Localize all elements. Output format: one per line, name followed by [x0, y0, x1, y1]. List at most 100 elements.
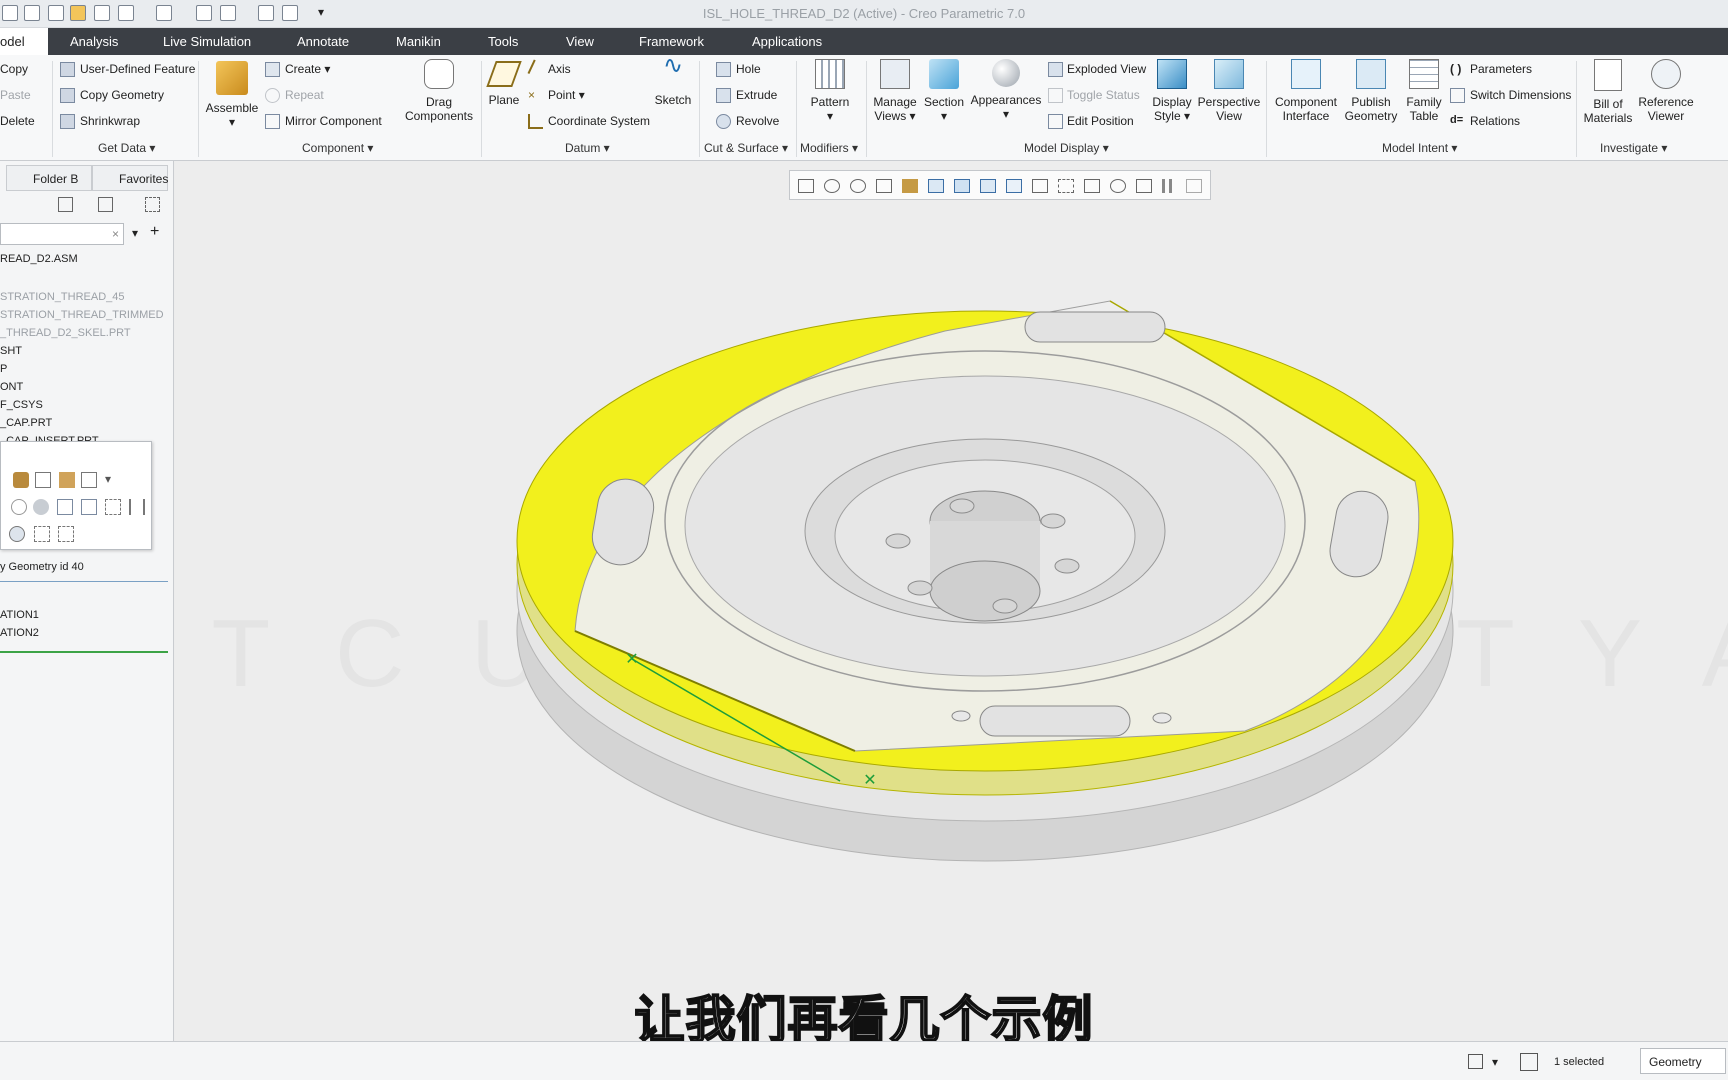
display-style-icon[interactable] — [928, 179, 944, 193]
link-icon[interactable] — [35, 472, 51, 488]
tree-item[interactable]: STRATION_THREAD_TRIMMED — [0, 309, 164, 321]
mirror-component-button[interactable]: Mirror Component — [285, 114, 382, 128]
toggle-status-button[interactable]: Toggle Status — [1067, 88, 1140, 102]
tree-item[interactable]: READ_D2.ASM — [0, 253, 78, 265]
find-icon[interactable] — [1468, 1054, 1483, 1069]
tree-filter-icon[interactable] — [98, 197, 113, 212]
group-datum[interactable]: Datum ▾ — [565, 141, 610, 155]
tab-folder-browser[interactable]: Folder B — [6, 165, 92, 191]
tab-live-simulation[interactable]: Live Simulation — [163, 28, 251, 55]
coordinate-system-button[interactable]: Coordinate System — [548, 114, 650, 128]
zoom-out-icon[interactable] — [850, 179, 866, 193]
hide-others-icon[interactable] — [58, 526, 74, 542]
copy-button[interactable]: Copy — [0, 62, 28, 76]
sketch-button[interactable]: ∿ Sketch — [650, 54, 696, 108]
family-table-button[interactable]: Family Table — [1400, 59, 1448, 123]
annotation-display-icon[interactable] — [1058, 179, 1074, 193]
tab-annotate[interactable]: Annotate — [297, 28, 349, 55]
repeat-button[interactable]: Repeat — [285, 88, 324, 102]
model-display-icon[interactable] — [1136, 179, 1152, 193]
group-modifiers[interactable]: Modifiers ▾ — [800, 141, 858, 155]
tree-item[interactable]: STRATION_THREAD_45 — [0, 291, 125, 303]
shrinkwrap-button[interactable]: Shrinkwrap — [80, 114, 140, 128]
clear-icon[interactable]: × — [112, 227, 119, 241]
parameters-button[interactable]: Parameters — [1470, 62, 1532, 76]
extrude-button[interactable]: Extrude — [736, 88, 777, 102]
zoom-in-icon[interactable] — [824, 179, 840, 193]
tree-item[interactable]: SHT — [0, 345, 22, 357]
csys-display-icon[interactable] — [1110, 179, 1126, 193]
datum-display-filters-icon[interactable] — [1032, 179, 1048, 193]
mirror-icon[interactable] — [129, 499, 145, 515]
datum-display-icon[interactable] — [81, 472, 97, 488]
group-get-data[interactable]: Get Data ▾ — [98, 141, 155, 155]
shell-icon[interactable] — [33, 499, 49, 515]
tab-manikin[interactable]: Manikin — [396, 28, 441, 55]
revolve-button[interactable]: Revolve — [736, 114, 779, 128]
tab-favorites[interactable]: Favorites — [92, 165, 168, 191]
tree-columns-icon[interactable] — [145, 197, 160, 212]
search-dropdown-icon[interactable]: ▾ — [132, 226, 138, 240]
group-cut-surface[interactable]: Cut & Surface ▾ — [704, 141, 788, 155]
pattern-button[interactable]: Pattern ▾ — [804, 59, 856, 123]
spin-center-toggle-icon[interactable] — [1084, 179, 1100, 193]
pattern-ref-icon[interactable] — [81, 499, 97, 515]
copy-geometry-button[interactable]: Copy Geometry — [80, 88, 164, 102]
tree-search-input[interactable]: × — [0, 223, 124, 245]
perspective-icon[interactable] — [1006, 179, 1022, 193]
tree-item[interactable]: _CAP.PRT — [0, 417, 52, 429]
hole-button[interactable]: Hole — [736, 62, 761, 76]
drag-components-button[interactable]: Drag Components — [400, 59, 478, 123]
tree-item[interactable]: ATION1 — [0, 609, 39, 621]
tab-model[interactable]: odel — [0, 28, 48, 55]
add-icon[interactable]: + — [150, 223, 159, 241]
group-component[interactable]: Component ▾ — [302, 141, 373, 155]
sketch-ref-icon[interactable] — [11, 499, 27, 515]
user-defined-feature-button[interactable]: User-Defined Feature — [80, 62, 195, 76]
tree-item[interactable]: ONT — [0, 381, 23, 393]
group-model-intent[interactable]: Model Intent ▾ — [1382, 141, 1457, 155]
tab-framework[interactable]: Framework — [639, 28, 704, 55]
paste-button[interactable]: Paste — [0, 88, 31, 102]
reference-viewer-button[interactable]: Reference Viewer — [1636, 59, 1696, 123]
component-icon[interactable] — [59, 472, 75, 488]
tab-analysis[interactable]: Analysis — [70, 28, 118, 55]
annotation-icon[interactable] — [1186, 179, 1202, 193]
tree-item[interactable]: P — [0, 363, 7, 375]
tree-item-geometry[interactable]: y Geometry id 40 — [0, 561, 84, 573]
tree-item[interactable]: _THREAD_D2_SKEL.PRT — [0, 327, 131, 339]
exploded-view-button[interactable]: Exploded View — [1067, 62, 1146, 76]
saved-orientations-icon[interactable] — [954, 179, 970, 193]
tab-tools[interactable]: Tools — [488, 28, 518, 55]
switch-dimensions-button[interactable]: Switch Dimensions — [1470, 88, 1571, 102]
tab-view[interactable]: View — [566, 28, 594, 55]
tree-item[interactable]: F_CSYS — [0, 399, 43, 411]
plane-button[interactable]: Plane — [484, 61, 524, 107]
publish-geometry-button[interactable]: Publish Geometry — [1342, 59, 1400, 123]
show-eye-icon[interactable] — [9, 526, 25, 542]
appearance-brush-icon[interactable] — [13, 472, 29, 488]
spin-center-icon[interactable] — [902, 179, 918, 193]
edit-definition-icon[interactable] — [57, 499, 73, 515]
display-style-button[interactable]: Display Style ▾ — [1148, 59, 1196, 123]
axis-button[interactable]: Axis — [548, 62, 571, 76]
bill-of-materials-button[interactable]: Bill of Materials — [1580, 59, 1636, 125]
model-3d-view[interactable]: P T C U N I V E R S I T Y A — [84, 161, 1728, 1041]
hide-eye-icon[interactable] — [34, 526, 50, 542]
find-dropdown-icon[interactable]: ▾ — [1492, 1055, 1498, 1069]
tree-settings-icon[interactable] — [58, 197, 73, 212]
pause-icon[interactable] — [1162, 179, 1172, 193]
more-dropdown-icon[interactable]: ▾ — [105, 472, 121, 488]
tree-item[interactable]: ATION2 — [0, 627, 39, 639]
manage-views-button[interactable]: Manage Views ▾ — [870, 59, 920, 123]
relations-button[interactable]: Relations — [1470, 114, 1520, 128]
create-button[interactable]: Create ▾ — [285, 62, 330, 76]
group-model-display[interactable]: Model Display ▾ — [1024, 141, 1109, 155]
selection-buffer-icon[interactable] — [1520, 1053, 1538, 1071]
graphics-viewport[interactable]: P T C U N I V E R S I T Y A — [84, 161, 1728, 1041]
refit-icon[interactable] — [798, 179, 814, 193]
assemble-button[interactable]: Assemble ▾ — [204, 61, 260, 129]
perspective-view-button[interactable]: Perspective View — [1196, 59, 1262, 123]
edit-position-button[interactable]: Edit Position — [1067, 114, 1134, 128]
group-investigate[interactable]: Investigate ▾ — [1600, 141, 1667, 155]
